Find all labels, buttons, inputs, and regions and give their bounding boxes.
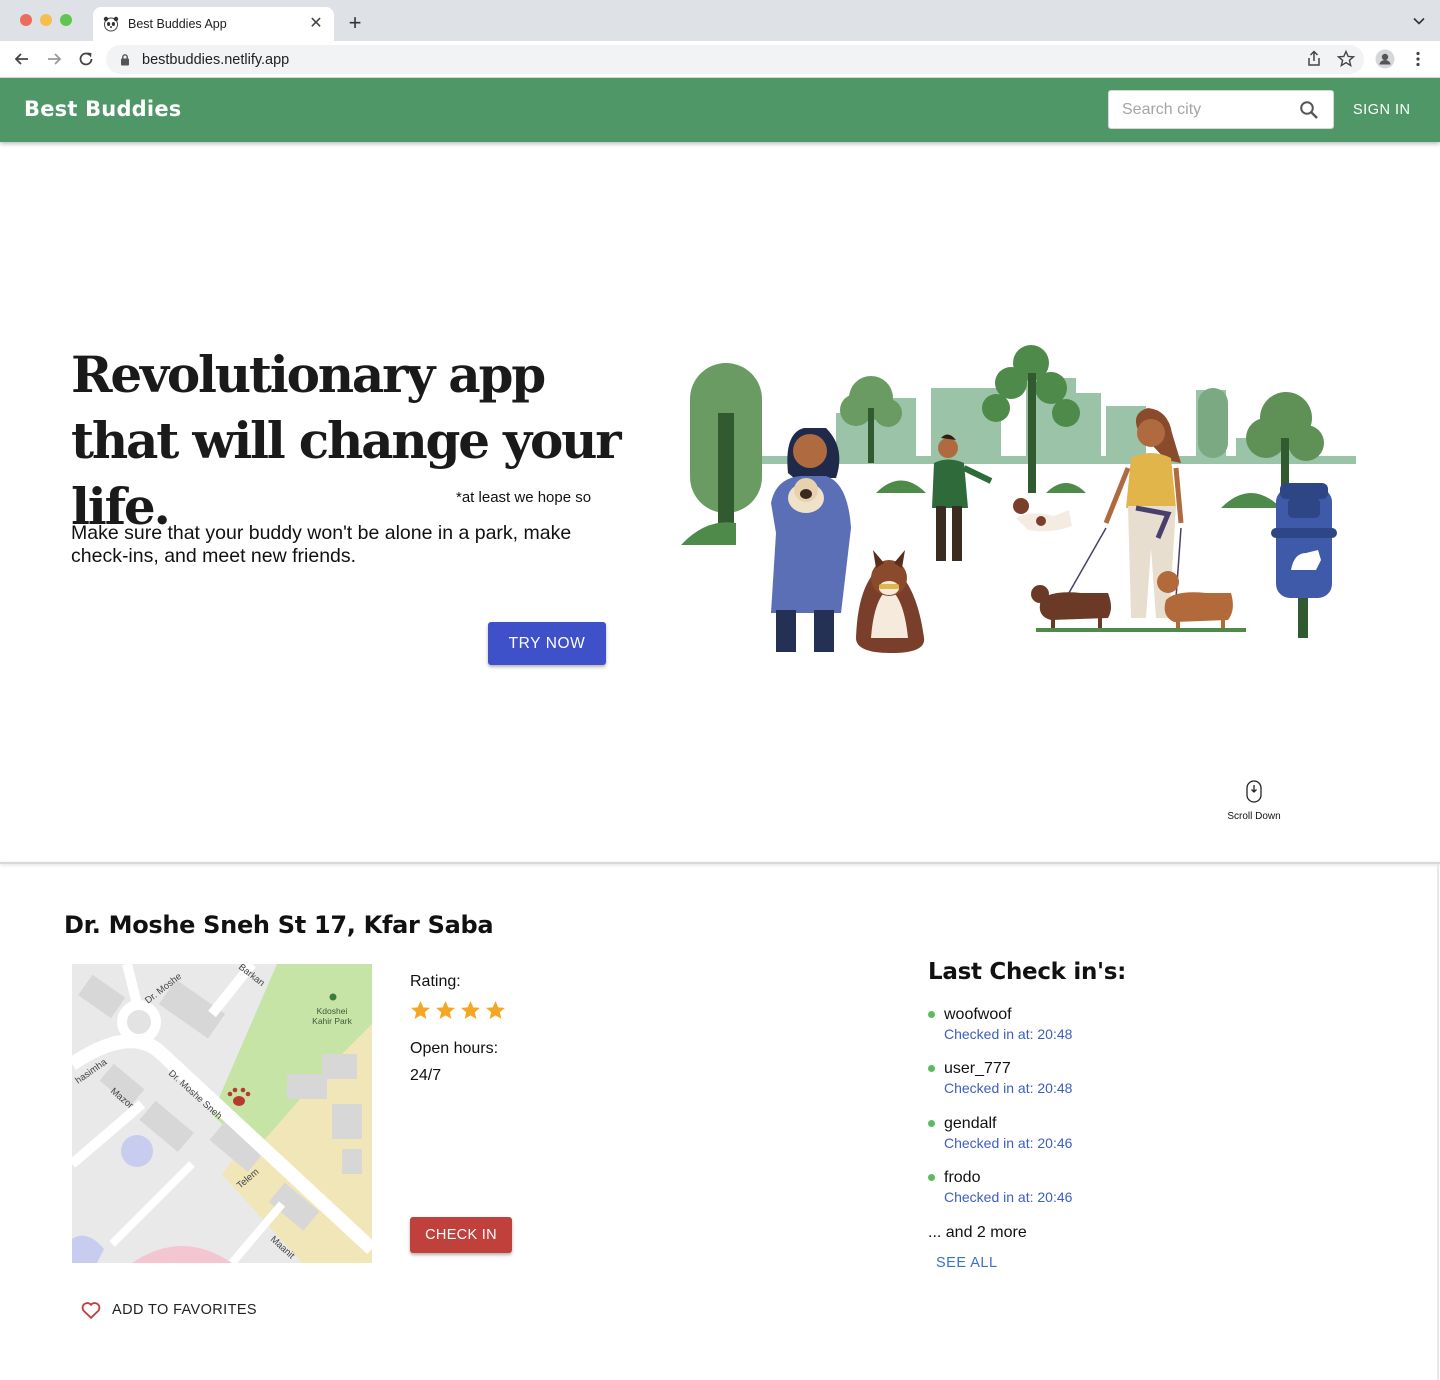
tab-title: Best Buddies App <box>128 17 227 31</box>
url-text: bestbuddies.netlify.app <box>142 51 290 68</box>
lock-icon <box>121 54 129 66</box>
checkin-time: Checked in at: 20:48 <box>944 1080 1073 1097</box>
online-dot-icon <box>928 1011 935 1018</box>
back-arrow-icon[interactable] <box>12 49 32 69</box>
heart-icon <box>81 1302 101 1320</box>
tab-search-chevron-icon[interactable] <box>1412 14 1426 28</box>
forward-arrow-icon[interactable] <box>44 49 64 69</box>
brand-logo[interactable]: Best Buddies <box>24 97 181 121</box>
checkin-time: Checked in at: 20:46 <box>944 1134 1073 1151</box>
reload-icon[interactable] <box>76 49 96 69</box>
bookmark-star-icon[interactable] <box>1336 49 1356 69</box>
scroll-down-hint[interactable]: Scroll Down <box>1218 780 1290 822</box>
new-tab-button[interactable]: + <box>343 11 367 35</box>
add-to-favorites-button[interactable]: ADD TO FAVORITES <box>80 1299 257 1321</box>
more-checkins-text: ... and 2 more <box>928 1224 1027 1241</box>
tab-close-icon[interactable]: ✕ <box>307 15 325 33</box>
park-address: Dr. Moshe Sneh St 17, Kfar Saba <box>64 911 494 939</box>
hero-note: *at least we hope so <box>456 489 592 506</box>
city-search <box>1108 90 1334 129</box>
checkin-time: Checked in at: 20:48 <box>944 1026 1073 1042</box>
search-input[interactable] <box>1122 100 1292 119</box>
list-item: woofwoof Checked in at: 20:48 <box>928 1005 1072 1059</box>
rating-label: Rating: <box>410 973 461 990</box>
see-all-button[interactable]: SEE ALL <box>936 1255 998 1271</box>
list-item: frodo Checked in at: 20:46 <box>928 1168 1072 1222</box>
open-hours-label: Open hours: <box>410 1040 499 1057</box>
open-hours-value: 24/7 <box>410 1067 442 1084</box>
address-bar[interactable]: bestbuddies.netlify.app <box>106 45 1364 74</box>
online-dot-icon <box>928 1065 935 1073</box>
map-park-label-2: Kahir Park <box>312 1016 352 1026</box>
list-item: gendalf Checked in at: 20:46 <box>928 1114 1072 1168</box>
star-icon <box>461 1001 480 1019</box>
search-icon[interactable] <box>1299 100 1319 120</box>
sign-in-button[interactable]: SIGN IN <box>1353 102 1410 118</box>
list-item: user_777 Checked in at: 20:48 <box>928 1059 1072 1113</box>
checkin-user: woofwoof <box>944 1006 1012 1023</box>
app-header: Best Buddies SIGN IN <box>0 78 1440 142</box>
mouse-scroll-icon <box>1246 780 1262 803</box>
profile-avatar-icon[interactable] <box>1375 49 1395 69</box>
hero-subtitle: Make sure that your buddy won't be alone… <box>71 522 572 567</box>
browser-toolbar: bestbuddies.netlify.app <box>0 41 1440 78</box>
online-dot-icon <box>928 1173 935 1181</box>
checkins-list: woofwoof Checked in at: 20:48 user_777 C… <box>928 1005 1072 1222</box>
share-icon[interactable] <box>1304 49 1324 69</box>
hero-title: Revolutionary app that will change your … <box>71 345 622 536</box>
check-in-button[interactable]: CHECK IN <box>410 1217 512 1253</box>
close-window-button[interactable] <box>20 14 32 26</box>
page-edge-line <box>1437 864 1439 1380</box>
maximize-window-button[interactable] <box>60 14 72 26</box>
star-icon <box>486 1001 505 1019</box>
park-dogs-illustration <box>681 345 1356 653</box>
online-dot-icon <box>928 1119 935 1127</box>
browser-menu-icon[interactable] <box>1408 49 1428 69</box>
section-divider <box>0 862 1440 864</box>
map-park-label-1: Kdoshei <box>317 1006 348 1016</box>
checkin-time: Checked in at: 20:46 <box>944 1188 1073 1205</box>
checkin-user: gendalf <box>944 1114 997 1132</box>
scroll-down-label: Scroll Down <box>1227 811 1281 822</box>
add-to-favorites-label: ADD TO FAVORITES <box>112 1302 257 1318</box>
browser-tab[interactable]: Best Buddies App ✕ <box>93 7 334 41</box>
panda-favicon-icon <box>103 16 119 32</box>
checkin-user: frodo <box>944 1168 981 1186</box>
minimize-window-button[interactable] <box>40 14 52 26</box>
star-icon <box>411 1001 430 1019</box>
try-now-button[interactable]: TRY NOW <box>488 622 606 665</box>
last-checkins-title: Last Check in's: <box>928 959 1127 985</box>
star-icon <box>436 1001 455 1019</box>
rating-stars <box>410 1000 506 1021</box>
browser-tab-bar: Best Buddies App ✕ + <box>0 0 1440 41</box>
park-location-map[interactable]: Kdoshei Kahir Park Dr. Moshe Sneh Dr. Mo… <box>72 964 372 1263</box>
checkin-user: user_777 <box>944 1060 1011 1078</box>
